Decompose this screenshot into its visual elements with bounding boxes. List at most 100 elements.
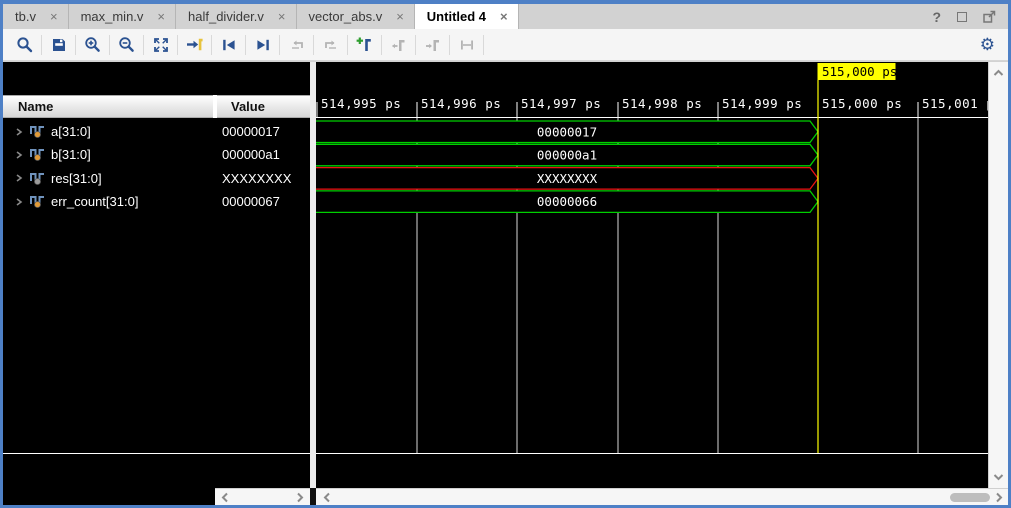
gear-icon: ⚙	[980, 36, 995, 53]
zoom-out-icon	[118, 36, 135, 53]
tab-close-icon[interactable]: ×	[157, 10, 165, 23]
wave-scroll-right-arrow[interactable]	[992, 490, 1006, 504]
window-border-left	[0, 0, 3, 508]
waveform-window: tb.v × max_min.v × half_divider.v × vect…	[0, 0, 1011, 508]
tab-label: tb.v	[15, 9, 36, 24]
zoom-in-icon	[84, 36, 101, 53]
wave-scrollbar-thumb[interactable]	[950, 493, 990, 502]
tab-bar: tb.v × max_min.v × half_divider.v × vect…	[3, 4, 1008, 29]
signal-value: 00000067	[222, 194, 280, 209]
search-button[interactable]	[11, 32, 38, 58]
goto-previous-edge-button[interactable]	[283, 32, 310, 58]
timeline-label: 515,001 ps	[922, 96, 988, 111]
bus-signal-icon	[30, 125, 45, 138]
add-marker-button[interactable]	[351, 32, 378, 58]
toolbar: ⚙	[3, 29, 1008, 61]
window-border-top	[0, 0, 1011, 4]
bus-value-label: 00000066	[537, 194, 597, 209]
signal-name: res[31:0]	[51, 171, 102, 186]
name-panel-horizontal-scrollbar[interactable]	[215, 488, 310, 505]
timeline-label: 514,996 ps	[421, 96, 501, 111]
zoom-fit-icon	[153, 37, 169, 53]
bottom-filler	[3, 488, 215, 505]
previous-transition-button[interactable]	[215, 32, 242, 58]
tab-close-icon[interactable]: ×	[278, 10, 286, 23]
settings-gear-button[interactable]: ⚙	[980, 29, 995, 60]
save-icon	[51, 37, 67, 53]
tab-close-icon[interactable]: ×	[50, 10, 58, 23]
timeline-label: 514,995 ps	[321, 96, 401, 111]
previous-transition-icon	[221, 37, 237, 53]
zoom-in-button[interactable]	[79, 32, 106, 58]
tab-untitled-4[interactable]: Untitled 4 ×	[415, 4, 519, 29]
next-transition-button[interactable]	[249, 32, 276, 58]
maximize-icon[interactable]	[957, 12, 967, 22]
tab-vector-abs-v[interactable]: vector_abs.v ×	[297, 4, 415, 29]
name-scroll-left-arrow[interactable]	[218, 490, 232, 504]
expand-chevron-icon[interactable]	[15, 128, 23, 136]
expand-chevron-icon[interactable]	[15, 174, 23, 182]
expand-chevron-icon[interactable]	[15, 198, 23, 206]
expand-chevron-icon[interactable]	[15, 151, 23, 159]
tab-tb-v[interactable]: tb.v ×	[3, 4, 69, 29]
timeline-label: 514,997 ps	[521, 96, 601, 111]
wave-horizontal-scrollbar[interactable]	[316, 488, 1008, 505]
signal-row[interactable]: b[31:0] 000000a1	[3, 143, 310, 166]
goto-previous-edge-icon	[289, 37, 305, 53]
titlebar-actions: ?	[932, 4, 996, 29]
signal-row[interactable]: res[31:0] XXXXXXXX	[3, 167, 310, 190]
signal-value: 00000017	[222, 124, 280, 139]
float-window-icon[interactable]	[983, 10, 996, 23]
signal-name: b[31:0]	[51, 147, 91, 162]
scroll-down-arrow[interactable]	[991, 470, 1005, 484]
signal-value: 000000a1	[222, 147, 280, 162]
tab-close-icon[interactable]: ×	[396, 10, 404, 23]
name-header-label: Name	[18, 99, 53, 114]
signal-row[interactable]: a[31:0] 00000017	[3, 120, 310, 143]
bus-signal-icon	[30, 148, 45, 161]
signal-row[interactable]: err_count[31:0] 00000067	[3, 190, 310, 213]
vertical-scrollbar[interactable]	[988, 62, 1008, 488]
time-cursor-label: 515,000 ps	[822, 64, 897, 79]
tab-label: max_min.v	[81, 9, 144, 24]
tab-half-divider-v[interactable]: half_divider.v ×	[176, 4, 296, 29]
signal-panel-header: Name Value	[3, 95, 310, 118]
next-marker-icon	[425, 37, 441, 53]
signal-name: err_count[31:0]	[51, 194, 138, 209]
goto-next-edge-icon	[323, 37, 339, 53]
goto-next-edge-button[interactable]	[317, 32, 344, 58]
wave-scroll-left-arrow[interactable]	[320, 490, 334, 504]
zoom-out-button[interactable]	[113, 32, 140, 58]
name-scroll-right-arrow[interactable]	[293, 490, 307, 504]
value-column-header[interactable]: Value	[217, 95, 310, 118]
tab-close-icon[interactable]: ×	[500, 10, 508, 23]
bus-signal-icon	[30, 172, 45, 185]
next-transition-icon	[255, 37, 271, 53]
help-icon[interactable]: ?	[932, 9, 941, 25]
signal-name: a[31:0]	[51, 124, 91, 139]
bus-value-label: 00000017	[537, 124, 597, 139]
waveform-canvas[interactable]: 514,995 ps514,996 ps514,997 ps514,998 ps…	[316, 62, 988, 488]
timeline-label: 514,999 ps	[722, 96, 802, 111]
next-marker-button[interactable]	[419, 32, 446, 58]
zoom-fit-button[interactable]	[147, 32, 174, 58]
snap-to-transition-icon	[459, 37, 475, 53]
bus-value-label: XXXXXXXX	[537, 171, 598, 186]
bus-value-label: 000000a1	[537, 148, 597, 163]
previous-marker-icon	[391, 37, 407, 53]
go-to-time-cursor-icon	[186, 36, 203, 53]
scroll-up-arrow[interactable]	[991, 66, 1005, 80]
tab-label: half_divider.v	[188, 9, 264, 24]
tab-label: vector_abs.v	[309, 9, 383, 24]
previous-marker-button[interactable]	[385, 32, 412, 58]
tab-max-min-v[interactable]: max_min.v ×	[69, 4, 176, 29]
add-marker-icon	[356, 36, 373, 53]
save-waveform-button[interactable]	[45, 32, 72, 58]
value-header-label: Value	[231, 99, 265, 114]
name-column-header[interactable]: Name	[3, 95, 213, 118]
bus-signal-icon	[30, 195, 45, 208]
snap-to-transition-button[interactable]	[453, 32, 480, 58]
timeline-label: 515,000 ps	[822, 96, 902, 111]
go-to-time-cursor-button[interactable]	[181, 32, 208, 58]
signal-panel: Name Value a[31:0] 00000017	[3, 62, 310, 488]
